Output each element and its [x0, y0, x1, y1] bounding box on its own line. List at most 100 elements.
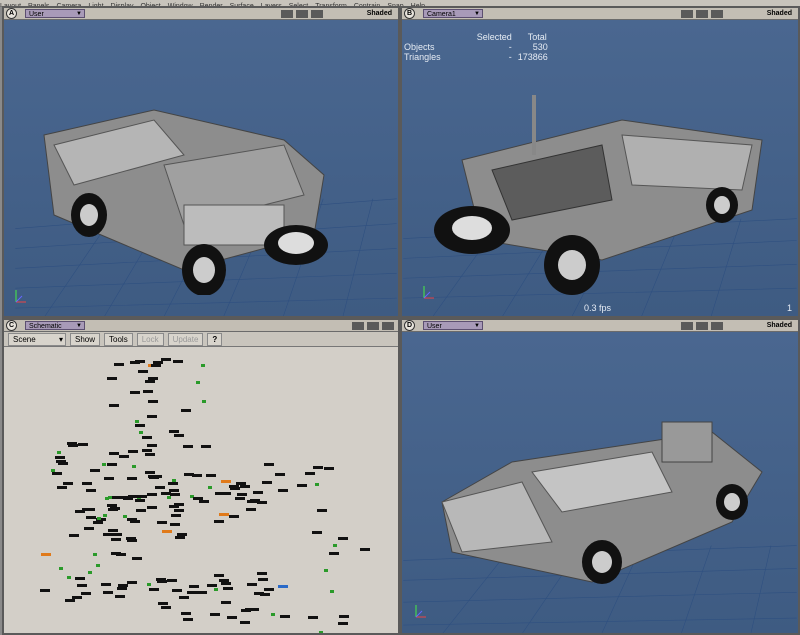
schematic-node[interactable]	[179, 596, 190, 600]
schematic-node[interactable]	[205, 473, 216, 477]
schematic-node[interactable]	[256, 572, 267, 576]
grid-icon[interactable]	[695, 9, 708, 18]
schematic-node[interactable]	[74, 577, 85, 581]
schematic-node[interactable]	[253, 491, 264, 495]
schematic-node[interactable]	[169, 429, 180, 433]
schematic-node[interactable]	[338, 615, 349, 619]
schematic-node[interactable]	[132, 464, 137, 468]
schematic-node[interactable]	[141, 449, 152, 453]
schematic-node[interactable]	[172, 359, 183, 363]
schematic-node[interactable]	[311, 530, 322, 534]
schematic-node[interactable]	[58, 462, 69, 466]
schematic-node[interactable]	[166, 496, 171, 500]
schematic-node[interactable]	[246, 508, 257, 512]
schematic-node[interactable]	[263, 587, 274, 591]
3d-viewport-a[interactable]	[4, 20, 398, 316]
schematic-node[interactable]	[110, 538, 121, 542]
schematic-node[interactable]	[221, 600, 232, 604]
eye-icon[interactable]	[382, 321, 394, 330]
schematic-node[interactable]	[107, 376, 118, 380]
schematic-node[interactable]	[108, 528, 119, 532]
viewport-pane-d[interactable]: D User Shaded	[400, 318, 800, 635]
schematic-node[interactable]	[183, 618, 194, 622]
schematic-node[interactable]	[138, 431, 143, 435]
schematic-pane-c[interactable]: C Schematic Scene Show Tools Lock Update…	[2, 318, 400, 635]
schematic-node[interactable]	[81, 481, 92, 485]
camera-icon[interactable]	[352, 321, 364, 330]
schematic-node[interactable]	[218, 513, 229, 517]
shading-mode-label[interactable]: Shaded	[767, 322, 792, 329]
schematic-node[interactable]	[214, 491, 225, 495]
schematic-node[interactable]	[62, 481, 73, 485]
schematic-node[interactable]	[240, 484, 251, 488]
schematic-node[interactable]	[227, 615, 238, 619]
viewport-pane-a[interactable]: A User Shaded	[2, 6, 400, 318]
schematic-node[interactable]	[337, 622, 348, 626]
schematic-node[interactable]	[247, 583, 258, 587]
help-button[interactable]: ?	[207, 332, 223, 346]
schematic-node[interactable]	[137, 369, 148, 373]
schematic-node[interactable]	[131, 556, 142, 560]
schematic-node[interactable]	[214, 574, 225, 578]
schematic-node[interactable]	[125, 536, 136, 540]
schematic-node[interactable]	[83, 527, 94, 531]
schematic-node[interactable]	[259, 592, 270, 596]
vehicle-model[interactable]	[34, 95, 354, 295]
schematic-graph[interactable]	[4, 347, 398, 633]
schematic-node[interactable]	[174, 508, 185, 512]
schematic-node[interactable]	[229, 514, 240, 518]
schematic-node[interactable]	[316, 508, 327, 512]
schematic-node[interactable]	[52, 472, 63, 476]
schematic-node[interactable]	[97, 516, 102, 520]
schematic-node[interactable]	[157, 602, 168, 606]
schematic-node[interactable]	[171, 589, 182, 593]
schematic-node[interactable]	[200, 445, 211, 449]
schematic-node[interactable]	[229, 484, 239, 488]
schematic-node[interactable]	[127, 539, 138, 543]
schematic-node[interactable]	[69, 534, 80, 538]
schematic-node[interactable]	[191, 473, 202, 477]
schematic-node[interactable]	[92, 521, 103, 525]
schematic-node[interactable]	[103, 590, 114, 594]
schematic-node[interactable]	[107, 463, 118, 467]
schematic-node[interactable]	[147, 399, 158, 403]
camera-menu-camera1[interactable]: Camera1	[423, 9, 483, 19]
camera-menu-user[interactable]: User	[25, 9, 85, 19]
schematic-node[interactable]	[181, 612, 192, 616]
schematic-node[interactable]	[180, 408, 191, 412]
schematic-node[interactable]	[172, 478, 177, 482]
schematic-node[interactable]	[313, 466, 324, 470]
schematic-node[interactable]	[86, 488, 97, 492]
schematic-node[interactable]	[150, 363, 161, 367]
schematic-node[interactable]	[144, 453, 155, 457]
3d-viewport-b[interactable]: Selected Total Objects - 530 Triangles -1738…	[402, 20, 798, 316]
vehicle-model[interactable]	[422, 90, 782, 300]
schematic-node[interactable]	[264, 463, 275, 467]
schematic-node[interactable]	[78, 443, 89, 447]
schematic-node[interactable]	[162, 529, 173, 533]
schematic-node[interactable]	[200, 363, 205, 367]
schematic-node[interactable]	[278, 584, 289, 588]
schematic-node[interactable]	[167, 482, 178, 485]
schematic-node[interactable]	[258, 577, 269, 581]
schematic-node[interactable]	[359, 547, 370, 551]
schematic-node[interactable]	[240, 621, 251, 625]
schematic-node[interactable]	[146, 492, 157, 496]
schematic-node[interactable]	[277, 489, 288, 493]
schematic-node[interactable]	[136, 508, 146, 512]
schematic-node[interactable]	[170, 514, 181, 518]
schematic-node[interactable]	[56, 451, 61, 455]
schematic-node[interactable]	[66, 575, 71, 579]
schematic-node[interactable]	[54, 455, 65, 459]
schematic-node[interactable]	[90, 468, 101, 472]
camera-icon[interactable]	[280, 9, 293, 18]
lock-button[interactable]: Lock	[136, 332, 164, 346]
schematic-node[interactable]	[67, 442, 78, 446]
pane-a-letter[interactable]: A	[6, 8, 17, 19]
schematic-node[interactable]	[271, 613, 276, 616]
schematic-node[interactable]	[157, 520, 168, 524]
schematic-node[interactable]	[147, 415, 158, 419]
schematic-node[interactable]	[328, 551, 339, 555]
schematic-node[interactable]	[146, 505, 157, 509]
schematic-node[interactable]	[85, 508, 96, 512]
